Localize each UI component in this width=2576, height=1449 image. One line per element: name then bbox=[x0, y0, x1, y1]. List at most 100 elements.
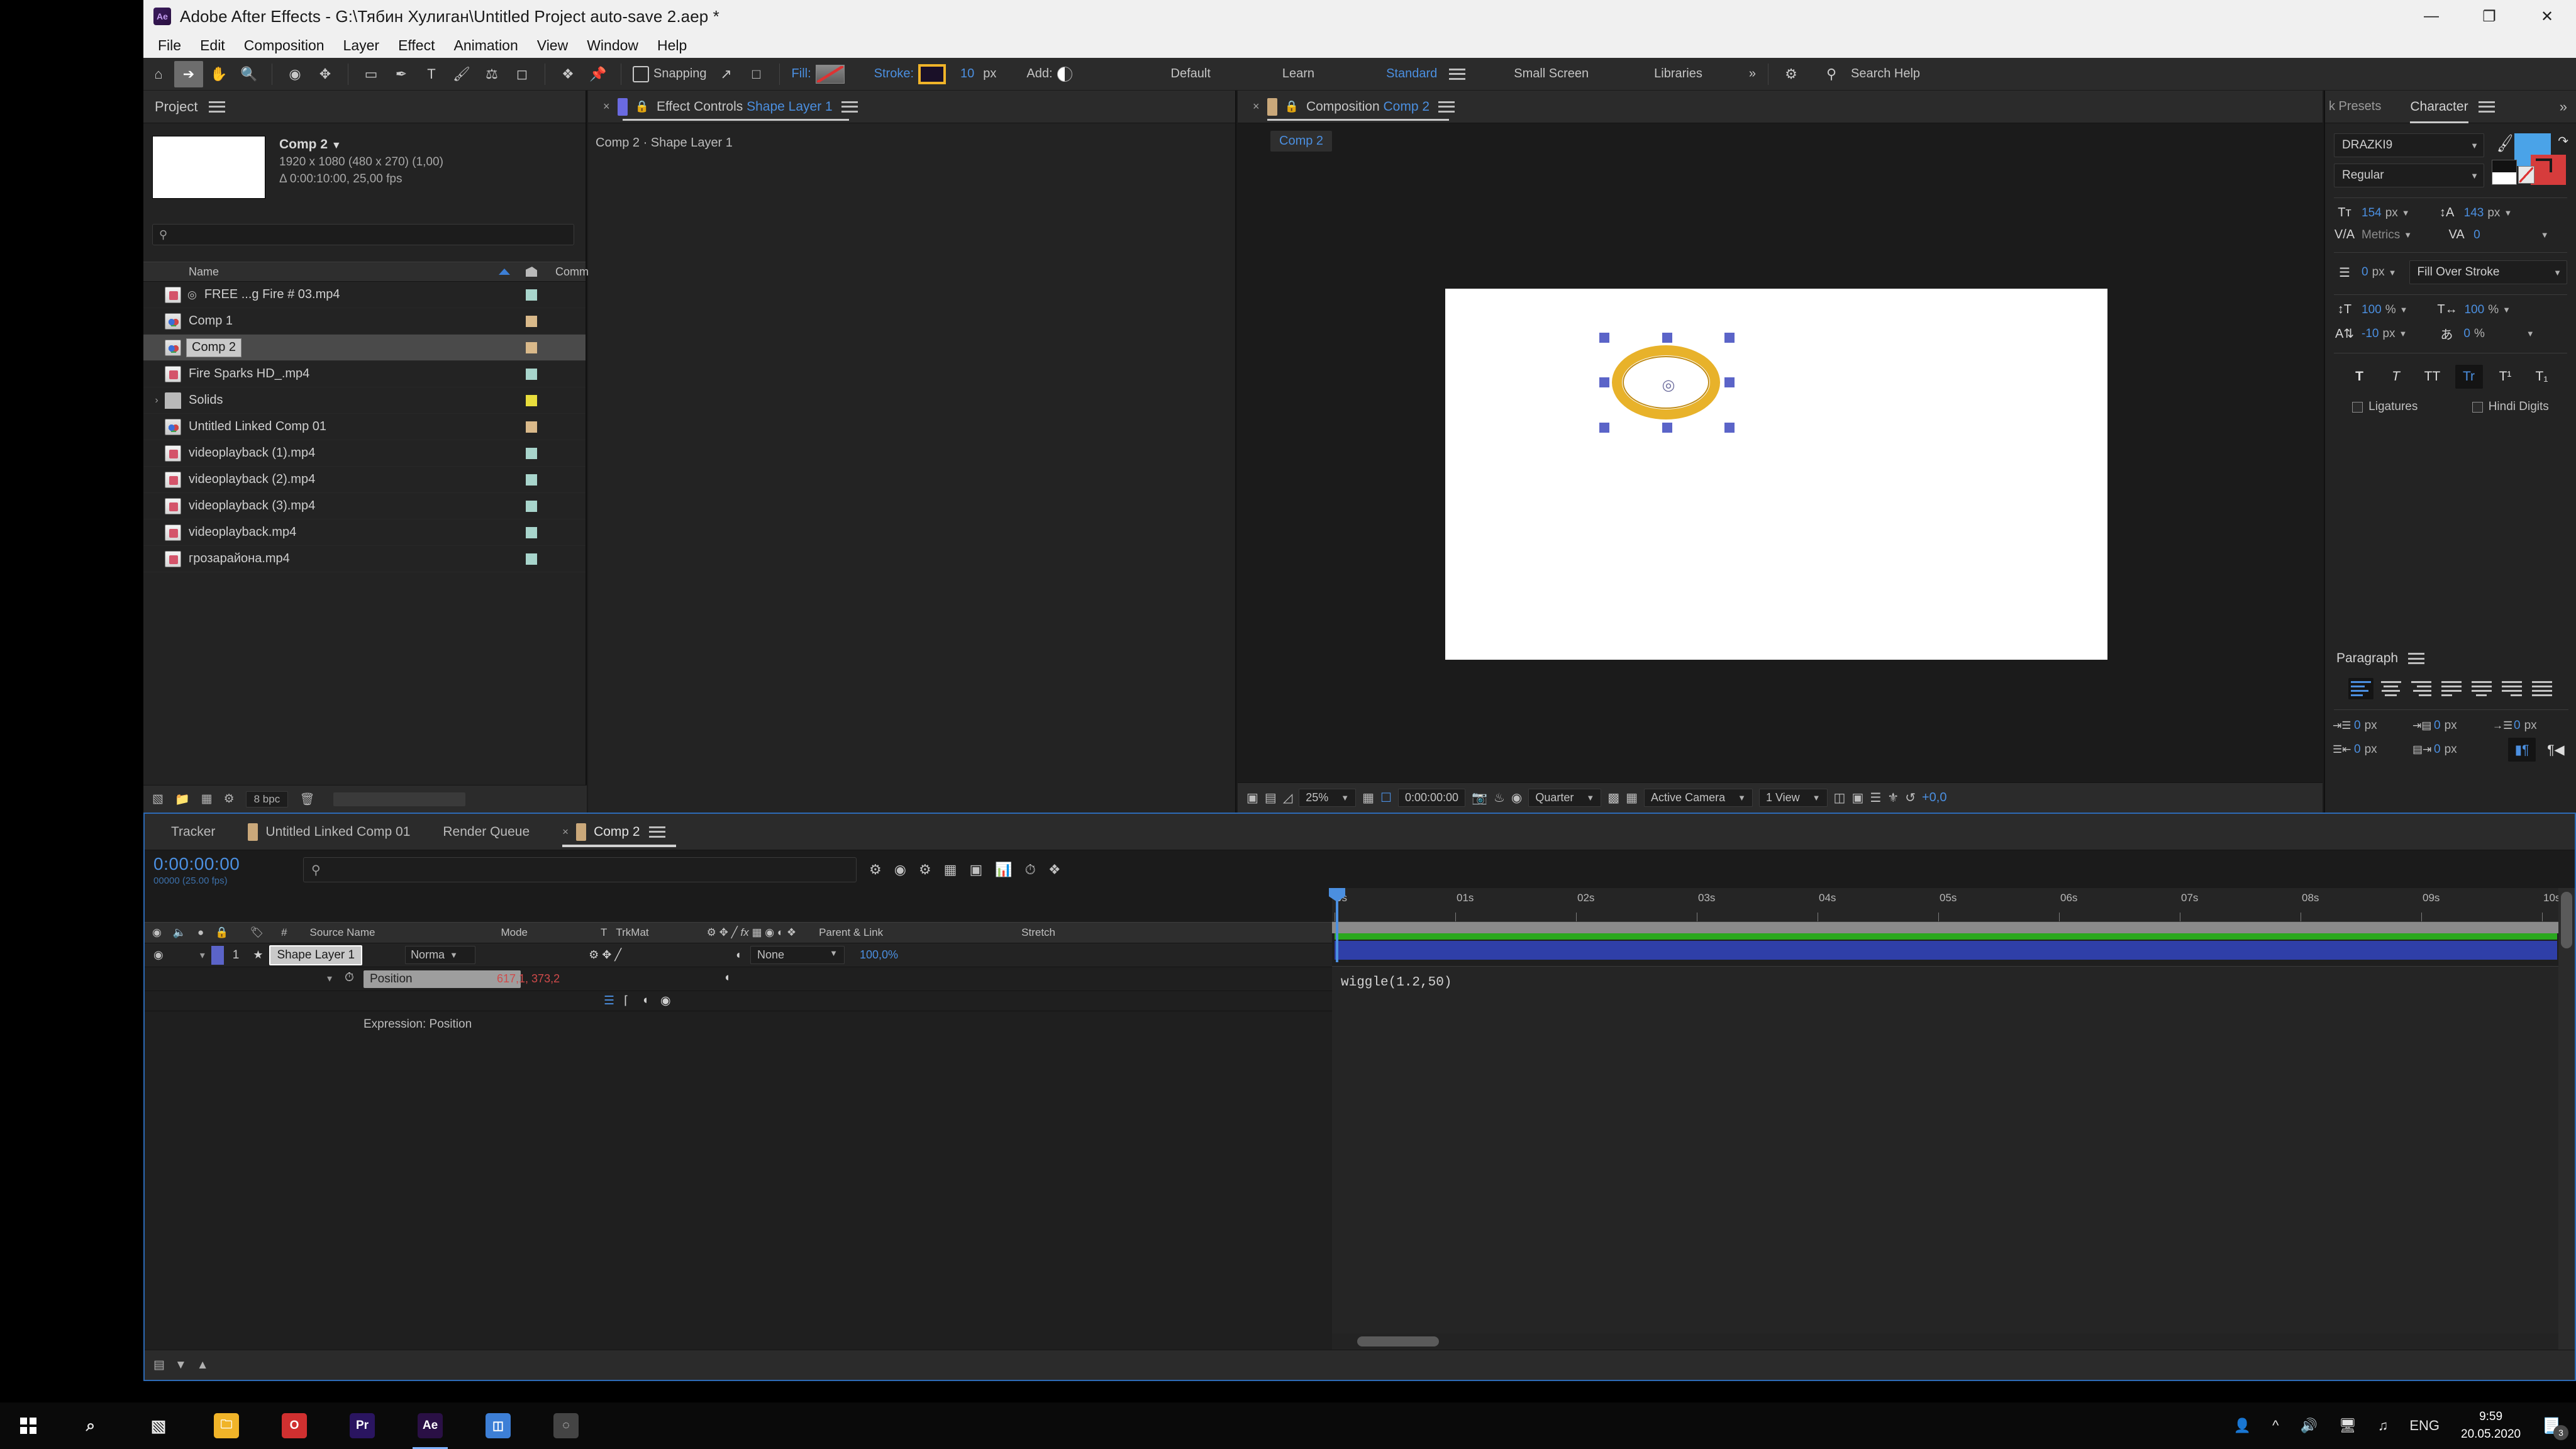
maximize-button[interactable]: ❐ bbox=[2460, 0, 2518, 33]
list-item[interactable]: Comp 2 bbox=[143, 335, 586, 361]
sort-ascending-icon[interactable] bbox=[499, 269, 510, 275]
chevron-down-icon[interactable]: ▼ bbox=[2404, 230, 2412, 240]
show-snapshot-icon[interactable]: ♨ bbox=[1494, 790, 1505, 806]
superscript-button[interactable]: T¹ bbox=[2492, 365, 2519, 389]
fill-label[interactable]: Fill: bbox=[792, 67, 811, 81]
current-time-indicator[interactable] bbox=[1329, 888, 1345, 962]
taskbar-app-photos[interactable]: ◫ bbox=[464, 1402, 532, 1449]
selection-handle[interactable] bbox=[1599, 423, 1609, 433]
layer-switches[interactable]: ⚙ ✥ ╱ bbox=[589, 948, 621, 962]
tab-character[interactable]: Character bbox=[2410, 99, 2468, 123]
channel-rgb-icon[interactable]: ◉ bbox=[1511, 790, 1522, 806]
blend-mode-select[interactable]: Norma ▼ bbox=[405, 946, 476, 964]
faux-bold-button[interactable]: T bbox=[2346, 365, 2373, 389]
stroke-swatch[interactable] bbox=[918, 64, 946, 84]
puppet-pin-icon[interactable]: 📌 bbox=[584, 61, 613, 87]
snapshot-camera-icon[interactable]: 📷 bbox=[1472, 790, 1487, 806]
timeline-ruler[interactable]: 0s01s02s03s04s05s06s07s08s09s10s bbox=[1332, 888, 2575, 922]
font-family-select[interactable]: DRAZKI9 ▼ bbox=[2334, 133, 2484, 157]
chevron-down-icon[interactable]: ▼ bbox=[2541, 230, 2549, 240]
stroke-width-field[interactable]: 0 px ▼ bbox=[2362, 265, 2397, 279]
network-icon[interactable]: 🖥 bbox=[2339, 1418, 2357, 1434]
home-icon[interactable]: ⌂ bbox=[144, 61, 173, 87]
workspace-learn[interactable]: Learn bbox=[1282, 67, 1314, 81]
timecode-block[interactable]: 0:00:00:00 00000 (25.00 fps) bbox=[153, 854, 291, 886]
list-item[interactable]: Untitled Linked Comp 01 bbox=[143, 414, 586, 440]
graph-editor-icon[interactable]: 📊 bbox=[995, 862, 1012, 878]
timeline-search-input[interactable]: ⚲ bbox=[303, 857, 857, 882]
indent-left-field[interactable]: ⇥☰ 0 px bbox=[2333, 719, 2410, 733]
selection-handle[interactable] bbox=[1724, 423, 1735, 433]
resolution-select[interactable]: Quarter ▼ bbox=[1528, 789, 1602, 807]
menu-view[interactable]: View bbox=[528, 35, 577, 57]
paragraph-menu-icon[interactable] bbox=[2408, 653, 2425, 664]
label-color-swatch[interactable] bbox=[526, 341, 537, 353]
stretch-value[interactable]: 100,0% bbox=[860, 948, 898, 962]
default-colors-icon[interactable] bbox=[2492, 160, 2517, 185]
add-menu-icon[interactable] bbox=[1057, 66, 1072, 82]
delete-icon[interactable]: 🗑 bbox=[299, 792, 314, 807]
tsume-field[interactable]: 0 % ▼ bbox=[2463, 327, 2534, 341]
label-color-swatch[interactable] bbox=[526, 526, 537, 538]
tab-render-queue[interactable]: Render Queue bbox=[426, 814, 546, 850]
font-style-select[interactable]: Regular ▼ bbox=[2334, 164, 2484, 187]
parent-pickwhip-icon[interactable]: ◖ bbox=[735, 948, 741, 962]
stroke-label[interactable]: Stroke: bbox=[874, 67, 914, 81]
tab-tracker[interactable]: Tracker bbox=[155, 814, 231, 850]
menu-file[interactable]: File bbox=[148, 35, 191, 57]
tab-presets[interactable]: k Presets bbox=[2329, 99, 2381, 114]
expression-graph-icon[interactable]: ⌈ bbox=[624, 994, 628, 1008]
timeline-menu-icon[interactable] bbox=[648, 826, 665, 838]
scrollbar-thumb[interactable] bbox=[1357, 1336, 1439, 1346]
label-color-swatch[interactable] bbox=[526, 289, 537, 301]
toggle-transparency-icon[interactable]: ▣ bbox=[1246, 790, 1258, 806]
justify-last-left-button[interactable] bbox=[2439, 678, 2464, 699]
timeline-horizontal-scrollbar[interactable] bbox=[1332, 1333, 2558, 1350]
lock-icon[interactable]: 🔒 bbox=[1285, 100, 1299, 113]
chevron-down-icon[interactable]: ▼ bbox=[2504, 208, 2512, 218]
taskbar-app-search[interactable]: ⌕ bbox=[57, 1402, 125, 1449]
workspace-settings-icon[interactable]: ⚙ bbox=[1777, 61, 1806, 87]
menu-animation[interactable]: Animation bbox=[444, 35, 527, 57]
fill-stroke-order-select[interactable]: Fill Over Stroke ▼ bbox=[2409, 260, 2567, 284]
workspace-menu-icon[interactable] bbox=[1449, 68, 1466, 80]
pen-tool-icon[interactable]: ✒ bbox=[387, 61, 416, 87]
roto-brush-icon[interactable]: ❖ bbox=[553, 61, 582, 87]
rtl-direction-button[interactable]: ¶◀ bbox=[2542, 738, 2570, 762]
snap-vertex-icon[interactable]: ↗ bbox=[712, 61, 741, 87]
region-of-interest-icon[interactable]: ☐ bbox=[1380, 790, 1392, 806]
zoom-level-select[interactable]: 25% ▼ bbox=[1299, 789, 1357, 807]
chevron-down-icon[interactable]: ▼ bbox=[2402, 208, 2410, 218]
indent-right-field[interactable]: ☰⇤ 0 px bbox=[2333, 738, 2410, 762]
workspace-overflow-icon[interactable]: » bbox=[1749, 67, 1756, 81]
table-row[interactable]: ◉ ▾ 1 ★ Shape Layer 1 Norma ▼ ⚙ ✥ ╱ ◖ No… bbox=[145, 943, 1332, 967]
clone-stamp-icon[interactable]: ⚖ bbox=[477, 61, 506, 87]
zoom-tool-icon[interactable]: 🔍 bbox=[235, 61, 264, 87]
menu-composition[interactable]: Composition bbox=[235, 35, 334, 57]
close-button[interactable]: ✕ bbox=[2518, 0, 2576, 33]
composition-menu-icon[interactable] bbox=[1438, 101, 1455, 113]
menu-effect[interactable]: Effect bbox=[389, 35, 444, 57]
current-time-field[interactable]: 0:00:00:00 bbox=[1397, 789, 1466, 807]
timeline-link-icon[interactable]: ☰ bbox=[1870, 790, 1881, 806]
horizontal-scale-field[interactable]: 100 % ▼ bbox=[2464, 303, 2510, 317]
reset-exposure-icon[interactable]: ↺ bbox=[1905, 790, 1916, 806]
fast-previews-icon[interactable]: ▣ bbox=[1852, 790, 1863, 806]
small-caps-button[interactable]: Tr bbox=[2455, 365, 2483, 389]
kerning-field[interactable]: Metrics ▼ bbox=[2362, 228, 2412, 242]
new-composition-icon[interactable]: ▦ bbox=[201, 792, 213, 806]
taskbar-app-after-effects[interactable]: Ae bbox=[396, 1402, 464, 1449]
project-search-input[interactable]: ⚲ bbox=[152, 224, 574, 245]
label-color-swatch[interactable] bbox=[526, 421, 537, 433]
tab-comp-2[interactable]: × Comp 2 bbox=[546, 814, 681, 850]
hindi-digits-checkbox[interactable]: Hindi Digits bbox=[2472, 400, 2549, 414]
faux-italic-button[interactable]: T bbox=[2382, 365, 2410, 389]
menu-edit[interactable]: Edit bbox=[191, 35, 235, 57]
timeline-graph-area[interactable]: 0s01s02s03s04s05s06s07s08s09s10s wiggle(… bbox=[1329, 888, 2575, 1350]
list-item[interactable]: Comp 1 bbox=[143, 308, 586, 335]
vertical-scale-field[interactable]: 100 % ▼ bbox=[2362, 303, 2407, 317]
justify-last-center-button[interactable] bbox=[2469, 678, 2494, 699]
pixel-aspect-icon[interactable]: ◫ bbox=[1834, 790, 1846, 806]
taskbar-app-file-explorer[interactable]: 🗀 bbox=[192, 1402, 260, 1449]
tab-project[interactable]: Project bbox=[155, 99, 197, 115]
